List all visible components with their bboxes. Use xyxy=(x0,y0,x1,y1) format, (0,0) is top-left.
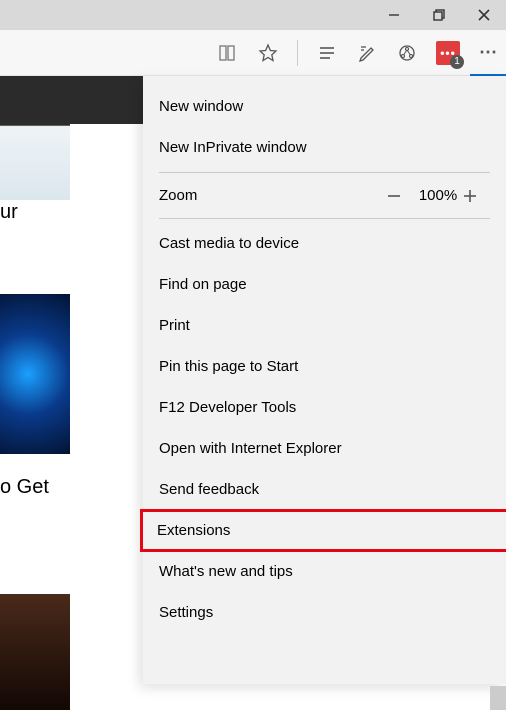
menu-devtools[interactable]: F12 Developer Tools xyxy=(143,387,506,428)
toolbar-divider xyxy=(297,40,298,66)
zoom-in-button[interactable] xyxy=(462,188,490,204)
article-headline[interactable]: ur xyxy=(0,201,18,224)
hub-lines-icon[interactable] xyxy=(316,42,338,64)
menu-settings[interactable]: Settings xyxy=(143,592,506,633)
share-icon[interactable] xyxy=(396,42,418,64)
minimize-button[interactable] xyxy=(371,0,416,30)
more-menu-icon: ⋯ xyxy=(479,42,499,63)
menu-open-ie[interactable]: Open with Internet Explorer xyxy=(143,428,506,469)
favorite-star-icon[interactable] xyxy=(257,42,279,64)
menu-whats-new[interactable]: What's new and tips xyxy=(143,551,506,592)
close-button[interactable] xyxy=(461,0,506,30)
web-note-icon[interactable] xyxy=(356,42,378,64)
restore-button[interactable] xyxy=(416,0,461,30)
zoom-out-button[interactable] xyxy=(386,188,414,204)
restore-icon xyxy=(433,9,445,21)
plus-icon xyxy=(462,188,478,204)
extension-badge[interactable]: ••• 1 xyxy=(436,41,460,65)
menu-cast[interactable]: Cast media to device xyxy=(143,223,506,264)
menu-print[interactable]: Print xyxy=(143,305,506,346)
menu-separator xyxy=(159,172,490,173)
reading-list-icon[interactable] xyxy=(217,42,239,64)
menu-zoom-row: Zoom 100% xyxy=(143,177,506,214)
menu-extensions[interactable]: Extensions xyxy=(141,510,506,551)
menu-new-window[interactable]: New window xyxy=(143,86,506,127)
menu-feedback[interactable]: Send feedback xyxy=(143,469,506,510)
extension-badge-count: 1 xyxy=(450,55,464,69)
menu-new-inprivate[interactable]: New InPrivate window xyxy=(143,127,506,168)
article-thumbnail[interactable] xyxy=(0,294,70,454)
menu-find[interactable]: Find on page xyxy=(143,264,506,305)
window-titlebar xyxy=(0,0,506,30)
close-icon xyxy=(478,9,490,21)
article-headline[interactable]: o Get xyxy=(0,476,49,499)
menu-separator xyxy=(159,218,490,219)
zoom-value: 100% xyxy=(414,187,462,204)
more-menu: New window New InPrivate window Zoom 100… xyxy=(143,76,506,684)
article-thumbnail[interactable] xyxy=(0,90,70,200)
page-content: ur o Get New window New InPrivate window… xyxy=(0,76,506,710)
zoom-label: Zoom xyxy=(159,187,197,204)
minimize-icon xyxy=(388,9,400,21)
menu-pin[interactable]: Pin this page to Start xyxy=(143,346,506,387)
browser-toolbar: ••• 1 ⋯ xyxy=(0,30,506,76)
article-thumbnail[interactable] xyxy=(0,594,70,710)
scrollbar-thumb[interactable] xyxy=(490,686,506,710)
minus-icon xyxy=(386,188,402,204)
more-menu-button[interactable]: ⋯ xyxy=(478,42,500,64)
